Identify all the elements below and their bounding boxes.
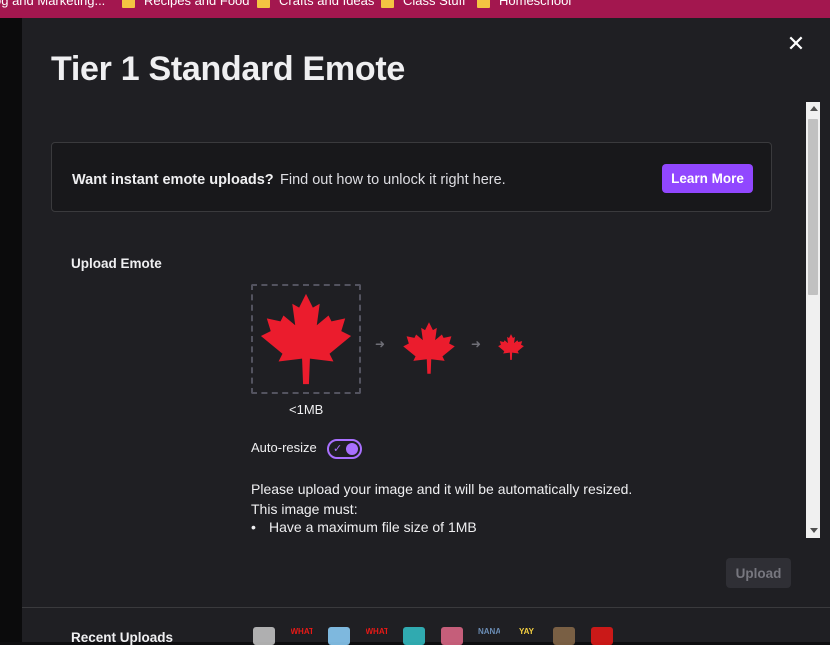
- recent-emote-thumbnail[interactable]: [328, 627, 350, 645]
- requirement-item: • Have a maximum file size of 1MB: [251, 519, 477, 535]
- divider: [22, 607, 830, 608]
- banner-heading: Want instant emote uploads?: [72, 172, 274, 188]
- requirement-text: Have a maximum file size of 1MB: [269, 519, 477, 535]
- bullet-icon: •: [251, 519, 256, 535]
- learn-more-button[interactable]: Learn More: [662, 164, 753, 193]
- bookmark-homeschool[interactable]: Homeschool: [477, 0, 571, 8]
- bookmark-label: Recipes and Food: [144, 0, 250, 8]
- scroll-down-icon[interactable]: [810, 528, 818, 533]
- recent-emote-thumbnail[interactable]: [440, 627, 463, 645]
- bookmark-label: Class Stuff: [403, 0, 466, 8]
- maple-leaf-icon: [498, 334, 524, 360]
- recent-emote-thumbnail[interactable]: NANA: [478, 627, 500, 645]
- close-icon[interactable]: ✕: [786, 33, 806, 55]
- arrow-right-icon: ➜: [471, 337, 482, 351]
- folder-icon: [381, 0, 394, 8]
- upload-instructions: Please upload your image and it will be …: [251, 481, 633, 497]
- requirements-heading: This image must:: [251, 501, 358, 517]
- file-size-label: <1MB: [289, 402, 324, 417]
- recent-emote-thumbnail[interactable]: [590, 627, 613, 645]
- scrollbar-thumb[interactable]: [808, 119, 818, 295]
- auto-resize-label: Auto-resize: [251, 440, 317, 455]
- modal-title: Tier 1 Standard Emote: [51, 50, 405, 88]
- folder-icon: [122, 0, 135, 8]
- recent-emote-thumbnail[interactable]: [553, 627, 575, 645]
- bookmark-label: Crafts and Ideas: [279, 0, 375, 8]
- arrow-right-icon: ➜: [375, 337, 386, 351]
- bookmark-crafts[interactable]: Crafts and Ideas: [257, 0, 374, 8]
- bookmark-label: Homeschool: [499, 0, 572, 8]
- folder-icon: [477, 0, 490, 8]
- banner-text: Find out how to unlock it right here.: [280, 172, 506, 188]
- bookmark-class-stuff[interactable]: Class Stuff: [381, 0, 466, 8]
- auto-resize-toggle[interactable]: ✓: [327, 439, 362, 459]
- bookmark-blog-marketing[interactable]: og and Marketing...: [0, 0, 105, 8]
- upload-emote-label: Upload Emote: [71, 256, 162, 271]
- recent-emote-thumbnail[interactable]: [403, 627, 425, 645]
- scroll-up-icon[interactable]: [810, 106, 818, 111]
- bookmark-label: og and Marketing...: [0, 0, 106, 8]
- folder-icon: [257, 0, 270, 8]
- recent-emote-thumbnail[interactable]: [253, 627, 275, 645]
- upload-button[interactable]: Upload: [726, 558, 791, 588]
- recent-uploads-label: Recent Uploads: [71, 630, 174, 645]
- instant-uploads-banner: Want instant emote uploads? Find out how…: [51, 142, 772, 212]
- bookmark-recipes[interactable]: Recipes and Food: [122, 0, 250, 8]
- recent-emote-thumbnail[interactable]: YAY: [516, 627, 538, 645]
- checkmark-icon: ✓: [333, 443, 343, 455]
- page-backdrop: [0, 18, 22, 642]
- maple-leaf-icon: [260, 293, 352, 385]
- bookmarks-bar: og and Marketing... Recipes and Food Cra…: [0, 0, 830, 18]
- toggle-knob: [346, 443, 358, 455]
- recent-emote-thumbnail[interactable]: WHAT: [366, 627, 388, 645]
- maple-leaf-icon: [403, 322, 455, 374]
- recent-emote-thumbnail[interactable]: WHAT: [291, 627, 313, 645]
